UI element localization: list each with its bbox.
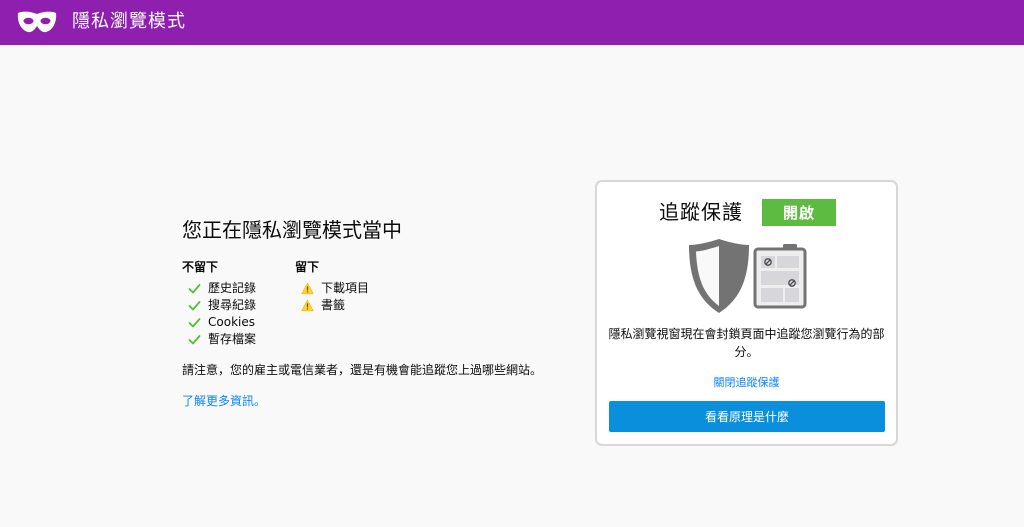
checkmark-icon [188, 284, 201, 294]
list-item: 搜尋紀錄 [182, 297, 292, 314]
not-saved-heading: 不留下 [182, 260, 219, 274]
private-info-section: 您正在隱私瀏覽模式當中 不留下 歷史記錄 搜尋紀錄 Cookies 暫存檔案 留… [182, 215, 572, 408]
header-title: 隱私瀏覽模式 [72, 11, 186, 32]
checkmark-icon [188, 318, 201, 328]
warning-icon [301, 299, 314, 312]
not-saved-item-label: 暫存檔案 [208, 332, 257, 346]
how-it-works-button[interactable]: 看看原理是什麼 [609, 401, 885, 432]
blocked-page-icon [753, 244, 807, 309]
warning-icon [301, 282, 314, 295]
saved-heading: 留下 [295, 260, 320, 274]
private-mode-title: 您正在隱私瀏覽模式當中 [182, 218, 402, 242]
not-saved-list: 歷史記錄 搜尋紀錄 Cookies 暫存檔案 [182, 280, 292, 348]
checkmark-icon [188, 301, 201, 311]
list-item: Cookies [182, 314, 292, 331]
list-item: 歷史記錄 [182, 280, 292, 297]
status-badge: 開啟 [762, 199, 836, 226]
list-item: 暫存檔案 [182, 331, 292, 348]
learn-more-link[interactable]: 了解更多資訊。 [182, 393, 266, 409]
saved-column: 留下 下載項目 書籤 [295, 260, 415, 314]
checkmark-icon [188, 335, 201, 345]
not-saved-item-label: 歷史記錄 [208, 281, 257, 295]
tracking-protection-card: 追蹤保護 開啟 隱私瀏覽視窗現在會封鎖頁面中追蹤您瀏覽行為的部分。 關閉追蹤保護… [595, 180, 898, 446]
tracking-protection-title: 追蹤保護 [659, 200, 743, 224]
not-saved-column: 不留下 歷史記錄 搜尋紀錄 Cookies 暫存檔案 [182, 260, 292, 348]
private-mask-icon [17, 11, 57, 33]
not-saved-item-label: 搜尋紀錄 [208, 298, 257, 312]
shield-blocked-content-illustration [689, 239, 807, 313]
tracking-warning-note: 請注意，您的雇主或電信業者，還是有機會能追蹤您上過哪些網站。 [182, 363, 543, 377]
list-item: 書籤 [295, 297, 415, 314]
not-saved-item-label: Cookies [208, 315, 255, 329]
shield-icon [689, 239, 749, 313]
private-browsing-header: 隱私瀏覽模式 [0, 0, 1024, 45]
list-item: 下載項目 [295, 280, 415, 297]
saved-list: 下載項目 書籤 [295, 280, 415, 314]
disable-tracking-protection-link[interactable]: 關閉追蹤保護 [597, 375, 896, 391]
saved-item-label: 下載項目 [321, 281, 370, 295]
saved-item-label: 書籤 [321, 298, 346, 312]
tracking-protection-description: 隱私瀏覽視窗現在會封鎖頁面中追蹤您瀏覽行為的部分。 [608, 327, 885, 359]
